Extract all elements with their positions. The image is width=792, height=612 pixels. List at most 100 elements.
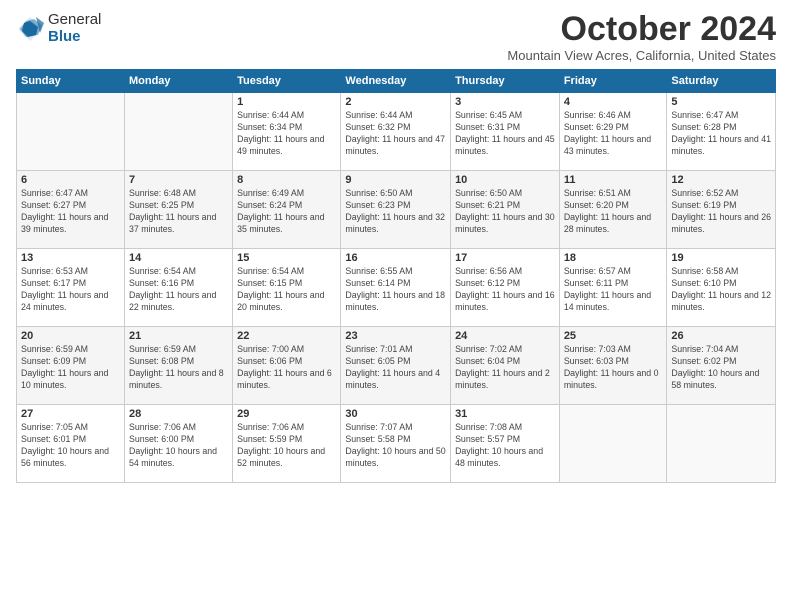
calendar-cell: 7 Sunrise: 6:48 AMSunset: 6:25 PMDaylight… [124,171,232,249]
day-number: 8 [237,174,336,186]
calendar-cell: 27 Sunrise: 7:05 AMSunset: 6:01 PMDayligh… [17,405,125,483]
calendar-cell: 9 Sunrise: 6:50 AMSunset: 6:23 PMDaylight… [341,171,451,249]
title-block: October 2024 Mountain View Acres, Califo… [507,12,776,63]
day-number: 14 [129,252,228,264]
day-detail: Sunrise: 7:03 AMSunset: 6:03 PMDaylight:… [564,344,663,392]
day-detail: Sunrise: 6:59 AMSunset: 6:08 PMDaylight:… [129,344,228,392]
calendar-cell [17,93,125,171]
day-detail: Sunrise: 6:53 AMSunset: 6:17 PMDaylight:… [21,266,120,314]
col-saturday: Saturday [667,70,776,93]
calendar: Sunday Monday Tuesday Wednesday Thursday… [16,69,776,483]
day-number: 25 [564,330,663,342]
day-detail: Sunrise: 7:04 AMSunset: 6:02 PMDaylight:… [671,344,771,392]
day-number: 15 [237,252,336,264]
calendar-cell: 23 Sunrise: 7:01 AMSunset: 6:05 PMDayligh… [341,327,451,405]
day-detail: Sunrise: 6:50 AMSunset: 6:23 PMDaylight:… [345,188,446,236]
calendar-week-3: 13 Sunrise: 6:53 AMSunset: 6:17 PMDayligh… [17,249,776,327]
day-number: 1 [237,96,336,108]
day-detail: Sunrise: 6:54 AMSunset: 6:16 PMDaylight:… [129,266,228,314]
day-number: 24 [455,330,555,342]
col-wednesday: Wednesday [341,70,451,93]
day-number: 9 [345,174,446,186]
day-number: 4 [564,96,663,108]
day-number: 5 [671,96,771,108]
calendar-cell: 18 Sunrise: 6:57 AMSunset: 6:11 PMDayligh… [559,249,667,327]
day-detail: Sunrise: 7:00 AMSunset: 6:06 PMDaylight:… [237,344,336,392]
calendar-week-1: 1 Sunrise: 6:44 AMSunset: 6:34 PMDaylight… [17,93,776,171]
day-number: 2 [345,96,446,108]
day-detail: Sunrise: 7:07 AMSunset: 5:58 PMDaylight:… [345,422,446,470]
calendar-cell: 3 Sunrise: 6:45 AMSunset: 6:31 PMDaylight… [451,93,560,171]
day-detail: Sunrise: 6:50 AMSunset: 6:21 PMDaylight:… [455,188,555,236]
day-detail: Sunrise: 7:06 AMSunset: 6:00 PMDaylight:… [129,422,228,470]
day-number: 12 [671,174,771,186]
logo-line2: Blue [48,29,101,46]
day-number: 7 [129,174,228,186]
logo-line1: General [48,12,101,29]
day-number: 27 [21,408,120,420]
col-thursday: Thursday [451,70,560,93]
day-detail: Sunrise: 6:49 AMSunset: 6:24 PMDaylight:… [237,188,336,236]
calendar-cell: 26 Sunrise: 7:04 AMSunset: 6:02 PMDayligh… [667,327,776,405]
calendar-cell: 1 Sunrise: 6:44 AMSunset: 6:34 PMDaylight… [233,93,341,171]
day-detail: Sunrise: 6:51 AMSunset: 6:20 PMDaylight:… [564,188,663,236]
day-number: 29 [237,408,336,420]
calendar-cell: 20Sunrise: 6:59 AMSunset: 6:09 PMDayligh… [17,327,125,405]
location: Mountain View Acres, California, United … [507,48,776,63]
calendar-cell: 12 Sunrise: 6:52 AMSunset: 6:19 PMDayligh… [667,171,776,249]
day-number: 21 [129,330,228,342]
day-number: 17 [455,252,555,264]
day-number: 18 [564,252,663,264]
calendar-cell: 21 Sunrise: 6:59 AMSunset: 6:08 PMDayligh… [124,327,232,405]
calendar-cell: 17Sunrise: 6:56 AMSunset: 6:12 PMDayligh… [451,249,560,327]
calendar-cell: 16Sunrise: 6:55 AMSunset: 6:14 PMDayligh… [341,249,451,327]
calendar-week-4: 20Sunrise: 6:59 AMSunset: 6:09 PMDayligh… [17,327,776,405]
logo: General Blue [16,12,101,45]
day-detail: Sunrise: 6:48 AMSunset: 6:25 PMDaylight:… [129,188,228,236]
day-detail: Sunrise: 6:52 AMSunset: 6:19 PMDaylight:… [671,188,771,236]
day-number: 10 [455,174,555,186]
calendar-cell: 14 Sunrise: 6:54 AMSunset: 6:16 PMDayligh… [124,249,232,327]
calendar-cell [124,93,232,171]
day-detail: Sunrise: 7:05 AMSunset: 6:01 PMDaylight:… [21,422,120,470]
calendar-cell: 6Sunrise: 6:47 AMSunset: 6:27 PMDaylight… [17,171,125,249]
day-detail: Sunrise: 7:01 AMSunset: 6:05 PMDaylight:… [345,344,446,392]
calendar-cell [559,405,667,483]
day-detail: Sunrise: 6:44 AMSunset: 6:34 PMDaylight:… [237,110,336,158]
day-number: 13 [21,252,120,264]
calendar-cell: 13 Sunrise: 6:53 AMSunset: 6:17 PMDayligh… [17,249,125,327]
day-detail: Sunrise: 6:45 AMSunset: 6:31 PMDaylight:… [455,110,555,158]
day-detail: Sunrise: 6:46 AMSunset: 6:29 PMDaylight:… [564,110,663,158]
calendar-cell: 22Sunrise: 7:00 AMSunset: 6:06 PMDayligh… [233,327,341,405]
calendar-cell: 30Sunrise: 7:07 AMSunset: 5:58 PMDayligh… [341,405,451,483]
page: General Blue October 2024 Mountain View … [0,0,792,612]
calendar-cell [667,405,776,483]
day-detail: Sunrise: 6:44 AMSunset: 6:32 PMDaylight:… [345,110,446,158]
day-detail: Sunrise: 7:02 AMSunset: 6:04 PMDaylight:… [455,344,555,392]
day-detail: Sunrise: 6:57 AMSunset: 6:11 PMDaylight:… [564,266,663,314]
day-number: 31 [455,408,555,420]
calendar-cell: 29 Sunrise: 7:06 AMSunset: 5:59 PMDayligh… [233,405,341,483]
col-sunday: Sunday [17,70,125,93]
day-number: 3 [455,96,555,108]
col-tuesday: Tuesday [233,70,341,93]
calendar-cell: 8 Sunrise: 6:49 AMSunset: 6:24 PMDaylight… [233,171,341,249]
day-number: 11 [564,174,663,186]
logo-text: General Blue [48,12,101,45]
day-number: 26 [671,330,771,342]
calendar-header-row: Sunday Monday Tuesday Wednesday Thursday… [17,70,776,93]
day-number: 28 [129,408,228,420]
calendar-cell: 11 Sunrise: 6:51 AMSunset: 6:20 PMDayligh… [559,171,667,249]
calendar-week-2: 6Sunrise: 6:47 AMSunset: 6:27 PMDaylight… [17,171,776,249]
calendar-cell: 15Sunrise: 6:54 AMSunset: 6:15 PMDayligh… [233,249,341,327]
calendar-cell: 10 Sunrise: 6:50 AMSunset: 6:21 PMDayligh… [451,171,560,249]
col-monday: Monday [124,70,232,93]
calendar-cell: 25 Sunrise: 7:03 AMSunset: 6:03 PMDayligh… [559,327,667,405]
calendar-cell: 5Sunrise: 6:47 AMSunset: 6:28 PMDaylight… [667,93,776,171]
day-detail: Sunrise: 7:06 AMSunset: 5:59 PMDaylight:… [237,422,336,470]
day-number: 23 [345,330,446,342]
day-detail: Sunrise: 6:47 AMSunset: 6:27 PMDaylight:… [21,188,120,236]
day-number: 16 [345,252,446,264]
col-friday: Friday [559,70,667,93]
logo-icon [16,15,44,43]
